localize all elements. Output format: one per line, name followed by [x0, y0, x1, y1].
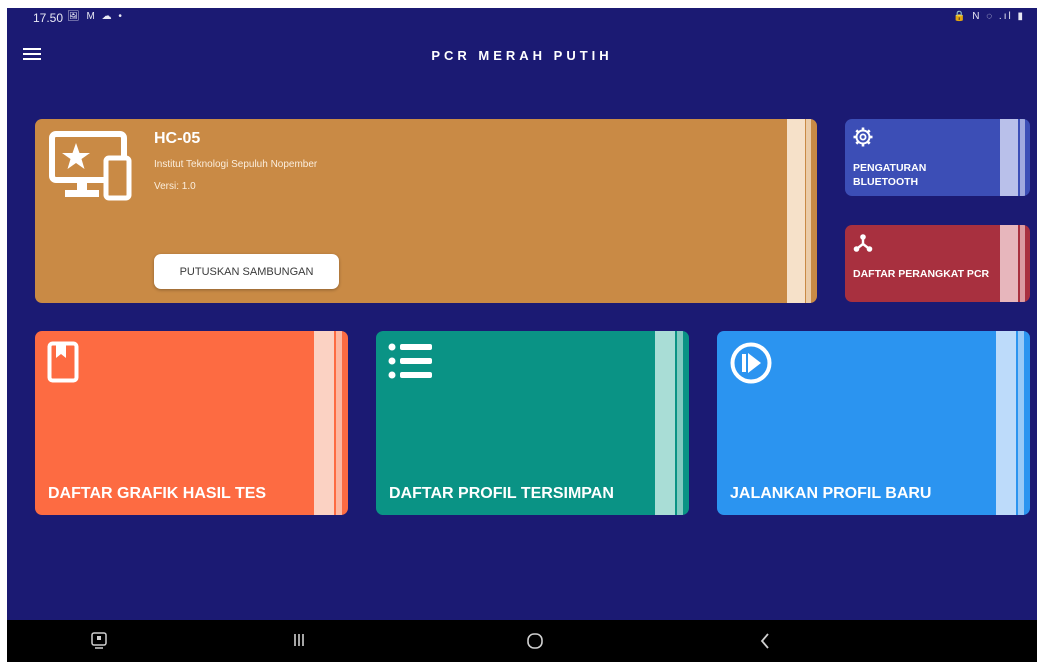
- recents-icon[interactable]: [293, 632, 305, 648]
- run-new-profile-label: JALANKAN PROFIL BARU: [730, 485, 932, 502]
- bookmark-book-icon: [47, 341, 79, 383]
- device-version: Versi: 1.0: [154, 181, 196, 192]
- list-icon: [388, 343, 432, 379]
- card-stripe: [996, 331, 1016, 515]
- test-result-graphs-card[interactable]: DAFTAR GRAFIK HASIL TES: [35, 331, 348, 515]
- card-stripe: [1020, 225, 1025, 302]
- branch-icon: [853, 234, 873, 252]
- system-navigation-bar: [7, 620, 1037, 662]
- devices-star-icon: [49, 131, 132, 201]
- card-stripe: [314, 331, 334, 515]
- app-screen: 17.50 🖼 M ☁ • 🔒 N ◌ .ıl ▮ PCR MERAH PUTI…: [7, 8, 1037, 662]
- device-organization: Institut Teknologi Sepuluh Nopember: [154, 159, 318, 170]
- card-stripe: [1000, 119, 1018, 196]
- bluetooth-settings-label: PENGATURAN BLUETOOTH: [853, 162, 927, 188]
- test-result-graphs-label: DAFTAR GRAFIK HASIL TES: [48, 485, 267, 502]
- card-stripe: [1018, 331, 1024, 515]
- run-new-profile-card[interactable]: JALANKAN PROFIL BARU: [717, 331, 1030, 515]
- home-icon[interactable]: [526, 632, 544, 650]
- gear-icon: [853, 127, 873, 147]
- bluetooth-settings-card[interactable]: PENGATURAN BLUETOOTH: [845, 119, 1030, 196]
- card-stripe: [1000, 225, 1018, 302]
- app-title: PCR MERAH PUTIH: [431, 48, 613, 63]
- back-icon[interactable]: [759, 632, 771, 650]
- card-stripe: [336, 331, 342, 515]
- device-card: HC-05 Institut Teknologi Sepuluh Nopembe…: [35, 119, 817, 303]
- card-stripe: [655, 331, 675, 515]
- status-bar: 17.50 🖼 M ☁ • 🔒 N ◌ .ıl ▮: [7, 8, 1037, 28]
- card-stripe: [787, 119, 805, 303]
- card-stripe: [1020, 119, 1025, 196]
- screenshot-icon[interactable]: [91, 632, 107, 650]
- notification-icons: 🖼 M ☁ •: [67, 11, 124, 22]
- card-stripe: [806, 119, 811, 303]
- saved-profiles-label: DAFTAR PROFIL TERSIMPAN: [389, 485, 614, 502]
- saved-profiles-card[interactable]: DAFTAR PROFIL TERSIMPAN: [376, 331, 689, 515]
- card-stripe: [677, 331, 683, 515]
- device-name: HC-05: [154, 130, 201, 147]
- status-time: 17.50: [33, 11, 64, 25]
- play-circle-icon: [730, 342, 772, 384]
- pcr-device-list-label: DAFTAR PERANGKAT PCR: [853, 268, 990, 280]
- system-status-icons: 🔒 N ◌ .ıl ▮: [952, 11, 1025, 22]
- disconnect-button[interactable]: PUTUSKAN SAMBUNGAN: [154, 254, 339, 289]
- pcr-device-list-card[interactable]: DAFTAR PERANGKAT PCR: [845, 225, 1030, 302]
